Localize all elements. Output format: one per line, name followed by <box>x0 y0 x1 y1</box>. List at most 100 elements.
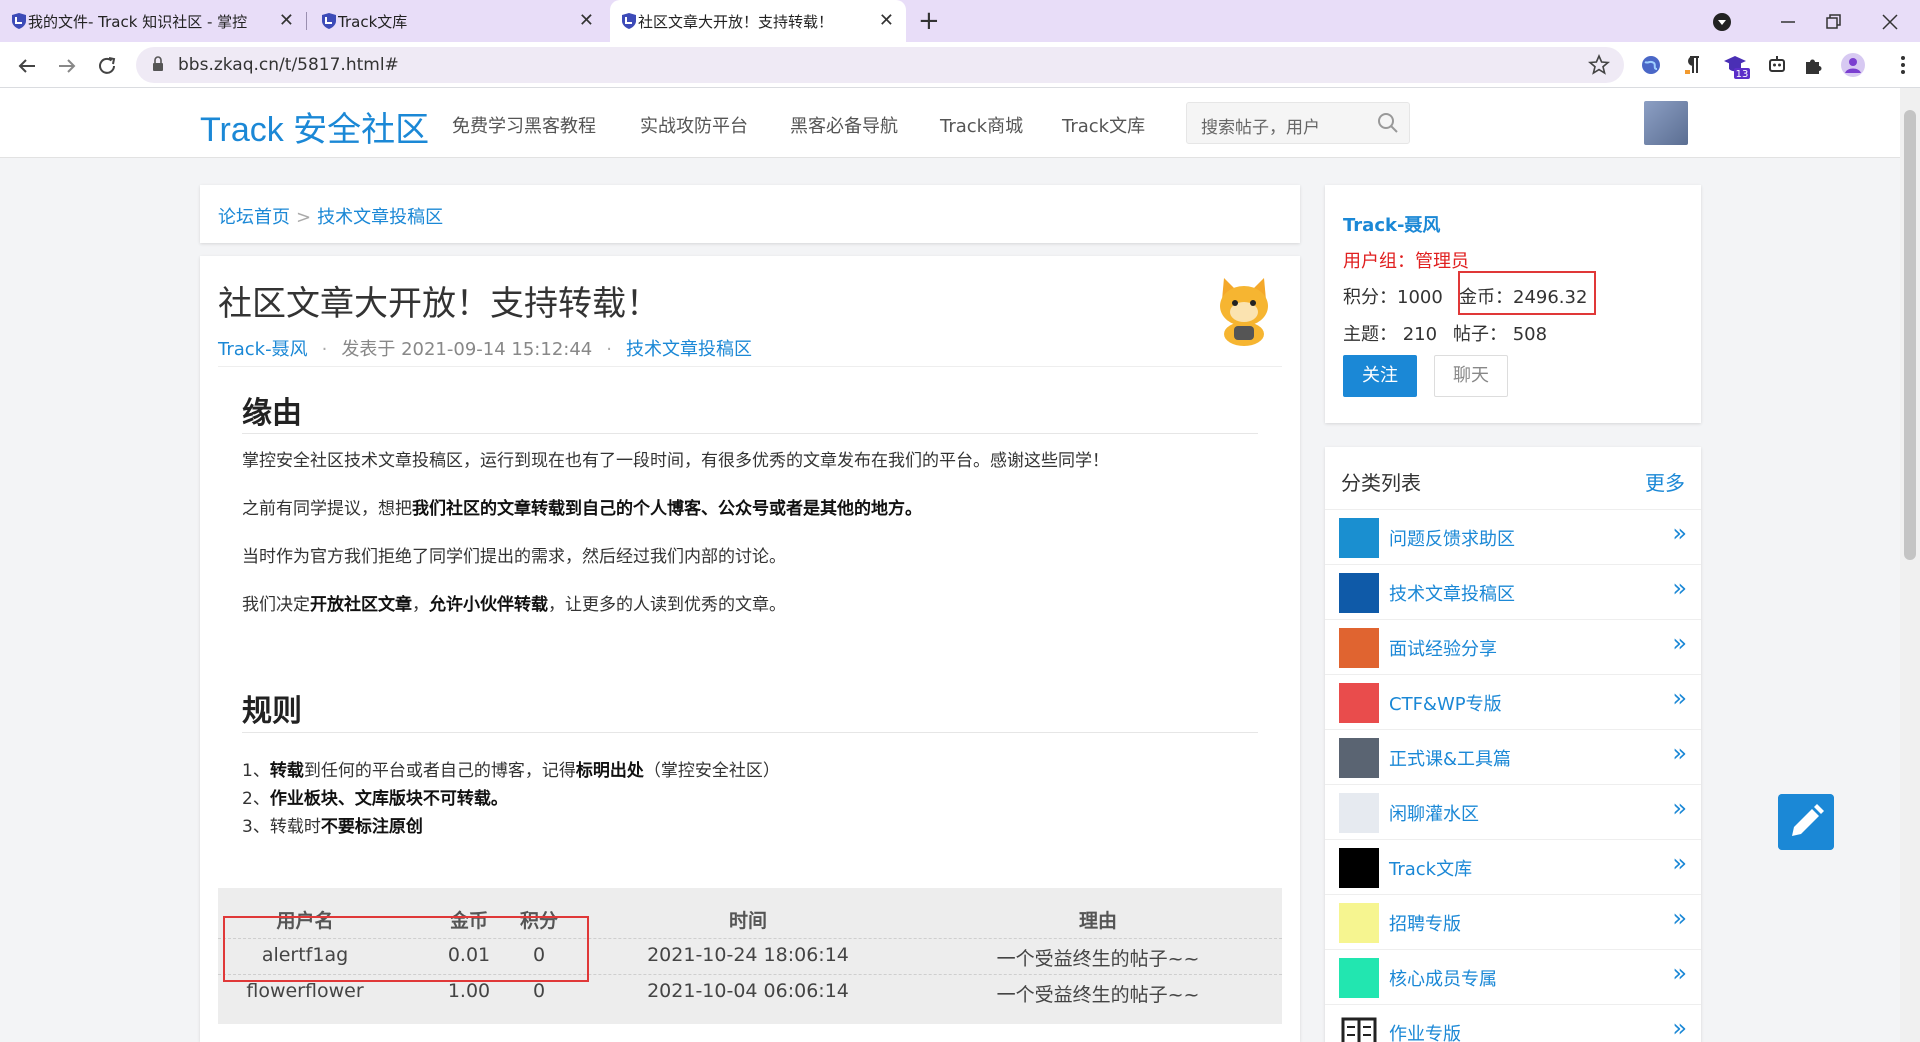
nav-attack-defense-platform[interactable]: 实战攻防平台 <box>640 112 748 138</box>
restore-icon[interactable] <box>1824 12 1844 32</box>
tab-label: 社区文章大开放！支持转载！ <box>638 12 834 31</box>
bold-text: 标明出处 <box>575 761 644 781</box>
double-chevron-right-icon[interactable]: » <box>1672 1014 1687 1042</box>
page-scrollbar[interactable] <box>1900 88 1920 1042</box>
double-chevron-right-icon[interactable]: » <box>1672 574 1687 602</box>
chat-button[interactable]: 聊天 <box>1434 355 1508 397</box>
heading-divider <box>242 732 1258 733</box>
category-icon <box>1339 628 1379 668</box>
meta-divider <box>218 366 1282 367</box>
reward-points: 0 <box>532 980 546 1002</box>
search-icon[interactable] <box>1377 112 1399 134</box>
lock-icon[interactable] <box>152 56 164 72</box>
nav-track-library[interactable]: Track文库 <box>1062 112 1145 138</box>
site-search-input[interactable]: 搜索帖子，用户 <box>1186 102 1410 144</box>
back-arrow-icon[interactable] <box>16 55 38 77</box>
new-tab-button[interactable]: + <box>918 6 940 36</box>
category-item[interactable]: 闲聊灌水区 » <box>1325 785 1701 840</box>
category-label[interactable]: 核心成员专属 <box>1389 965 1497 991</box>
category-item[interactable]: 技术文章投稿区 » <box>1325 565 1701 620</box>
bold-text: 转载 <box>269 761 304 781</box>
category-item[interactable]: Track文库 » <box>1325 840 1701 895</box>
browser-menu-icon[interactable] <box>1892 54 1914 76</box>
section-link[interactable]: 技术文章投稿区 <box>626 339 752 360</box>
page-title: 社区文章大开放！支持转载！ <box>218 284 660 324</box>
category-more-link[interactable]: 更多 <box>1645 467 1685 496</box>
category-item[interactable]: 问题反馈求助区 » <box>1325 510 1701 565</box>
category-label[interactable]: 问题反馈求助区 <box>1389 525 1515 551</box>
shield-favicon-icon <box>12 13 26 29</box>
author-link[interactable]: Track-聂风 <box>218 339 308 360</box>
tab-my-files[interactable]: 我的文件- Track 知识社区 - 掌控 ✕ <box>0 0 306 42</box>
pilcrow-extension-icon[interactable] <box>1682 54 1704 76</box>
category-label[interactable]: CTF&WP专版 <box>1389 690 1502 716</box>
section-heading-rules: 规则 <box>242 694 302 729</box>
paragraph: 之前有同学提议，想把我们社区的文章转载到自己的个人博客、公众号或者是其他的地方。 <box>242 494 922 519</box>
tab-track-library[interactable]: Track文库 ✕ <box>310 0 606 42</box>
extension-badge-count: 13 <box>1736 69 1749 80</box>
double-chevron-right-icon[interactable]: » <box>1672 519 1687 547</box>
forward-arrow-icon[interactable] <box>56 55 78 77</box>
breadcrumb-section[interactable]: 技术文章投稿区 <box>317 207 443 228</box>
article-card: 社区文章大开放！支持转载！ Track-聂风 · 发表于 2021-09-14 15… <box>200 256 1300 1042</box>
double-chevron-right-icon[interactable]: » <box>1672 849 1687 877</box>
site-header: Track 安全社区 免费学习黑客教程 实战攻防平台 黑客必备导航 Track商… <box>0 88 1900 158</box>
tab-active-article[interactable]: 社区文章大开放！支持转载！ ✕ <box>610 0 906 42</box>
category-item[interactable]: CTF&WP专版 » <box>1325 675 1701 730</box>
user-name-link[interactable]: Track-聂风 <box>1343 211 1440 237</box>
category-label[interactable]: 招聘专版 <box>1389 910 1461 936</box>
bold-text: 不要标注原创 <box>320 817 423 837</box>
globe-extension-icon[interactable] <box>1640 54 1662 76</box>
nav-track-shop[interactable]: Track商城 <box>940 112 1023 138</box>
minimize-icon[interactable] <box>1778 12 1798 32</box>
reward-user[interactable]: flowerflower <box>230 980 380 1002</box>
category-item[interactable]: 正式课&工具篇 » <box>1325 730 1701 785</box>
omnibox[interactable]: bbs.zkaq.cn/t/5817.html# <box>136 47 1624 83</box>
breadcrumb-home[interactable]: 论坛首页 <box>218 207 290 228</box>
reload-icon[interactable] <box>96 55 118 77</box>
user-avatar[interactable] <box>1644 101 1688 145</box>
category-icon <box>1339 683 1379 723</box>
category-label[interactable]: 面试经验分享 <box>1389 635 1497 661</box>
double-chevron-right-icon[interactable]: » <box>1672 739 1687 767</box>
robot-extension-icon[interactable] <box>1766 54 1788 76</box>
double-chevron-right-icon[interactable]: » <box>1672 629 1687 657</box>
follow-button[interactable]: 关注 <box>1343 355 1417 397</box>
category-item[interactable]: 作业专版 » <box>1325 1005 1701 1042</box>
tab-close-icon[interactable]: ✕ <box>879 10 894 31</box>
section-heading-reason: 缘由 <box>242 396 302 431</box>
tab-search-icon[interactable] <box>1712 12 1732 32</box>
edit-pencil-icon[interactable] <box>1778 794 1834 850</box>
nav-free-tutorials[interactable]: 免费学习黑客教程 <box>452 112 596 138</box>
scrollbar-thumb[interactable] <box>1904 110 1916 560</box>
category-item[interactable]: 面试经验分享 » <box>1325 620 1701 675</box>
tab-close-icon[interactable]: ✕ <box>279 10 294 31</box>
category-label[interactable]: 正式课&工具篇 <box>1389 745 1511 771</box>
category-icon <box>1339 958 1379 998</box>
text-run: 1、 <box>242 761 270 781</box>
extensions-puzzle-icon[interactable] <box>1802 54 1824 76</box>
category-label[interactable]: 技术文章投稿区 <box>1389 580 1515 606</box>
url-text[interactable]: bbs.zkaq.cn/t/5817.html# <box>178 55 399 75</box>
double-chevron-right-icon[interactable]: » <box>1672 904 1687 932</box>
category-item[interactable]: 招聘专版 » <box>1325 895 1701 950</box>
profile-avatar-icon[interactable] <box>1840 52 1866 78</box>
site-logo[interactable]: Track 安全社区 <box>200 102 429 151</box>
window-close-icon[interactable] <box>1880 12 1900 32</box>
category-item[interactable]: 核心成员专属 » <box>1325 950 1701 1005</box>
double-chevron-right-icon[interactable]: » <box>1672 684 1687 712</box>
double-chevron-right-icon[interactable]: » <box>1672 794 1687 822</box>
category-label[interactable]: 作业专版 <box>1389 1020 1461 1042</box>
paragraph: 掌控安全社区技术文章投稿区，运行到现在也有了一段时间，有很多优秀的文章发布在我们… <box>242 451 1109 471</box>
graduation-cap-extension-icon[interactable]: 13 <box>1722 52 1752 80</box>
double-chevron-right-icon[interactable]: » <box>1672 959 1687 987</box>
tab-close-icon[interactable]: ✕ <box>579 10 594 31</box>
nav-hacker-navigation[interactable]: 黑客必备导航 <box>790 112 898 138</box>
reward-coins: 1.00 <box>447 980 491 1002</box>
rule-item: 1、转载到任何的平台或者自己的博客，记得标明出处（掌控安全社区） <box>242 756 780 781</box>
category-icon <box>1339 738 1379 778</box>
category-label[interactable]: 闲聊灌水区 <box>1389 800 1479 826</box>
bookmark-star-icon[interactable] <box>1588 54 1610 76</box>
reward-reason: 一个受益终生的帖子~~ <box>996 948 1200 970</box>
category-label[interactable]: Track文库 <box>1389 855 1472 881</box>
